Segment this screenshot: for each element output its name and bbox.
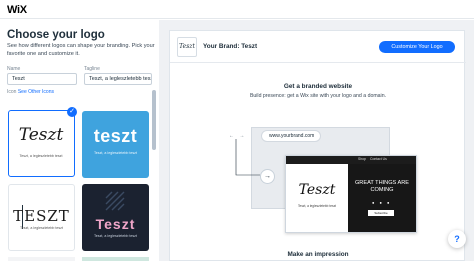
- wix-logo[interactable]: WiX: [7, 4, 27, 16]
- mockup-subscribe-button: Subscribe: [368, 210, 394, 216]
- name-label: Name: [7, 66, 21, 72]
- checkmark-icon: ✓: [67, 107, 77, 117]
- top-bar: WiX: [0, 0, 474, 19]
- logo-option-4-tagline: Teszt, a legleszletebb teszt: [94, 234, 137, 238]
- preview-area: Teszt Your Brand: Teszt Customize Your L…: [159, 20, 474, 261]
- mockup-header: Shop Contact Us: [286, 156, 416, 164]
- arrow-right-icon: →: [260, 169, 275, 184]
- social-icons: ● ● ●: [372, 200, 392, 205]
- make-impression-title: Make an impression: [287, 251, 349, 258]
- website-mockup: Shop Contact Us Teszt Teszt, a legleszle…: [285, 155, 417, 233]
- logo-option-1-tagline: Teszt, a legleszletebb teszt: [19, 154, 63, 158]
- mockup-nav-contact: Contact Us: [370, 157, 387, 161]
- icon-label: Icon: [7, 89, 17, 95]
- tagline-label: Tagline: [84, 66, 100, 72]
- logo-option-3-text: TESZT: [13, 207, 70, 225]
- pattern-icon: [105, 191, 125, 211]
- logo-option-1[interactable]: ✓ Teszt Teszt, a legleszletebb teszt: [8, 107, 77, 177]
- icon-row: Icon See Other Icons: [7, 89, 54, 95]
- logo-option-2[interactable]: teszt Teszt, a legleszletebb teszt: [82, 111, 149, 178]
- logo-option-3-tagline: Teszt, a legleszletebb teszt: [20, 226, 63, 230]
- tagline-input[interactable]: Teszt, a legleszletebb teszt: [84, 73, 152, 85]
- logo-option-1-text: Teszt: [18, 125, 64, 145]
- page-title: Choose your logo: [7, 29, 105, 41]
- mockup-hero: GREAT THINGS ARE COMING ● ● ● Subscribe: [348, 164, 416, 232]
- preview-panel: Teszt Your Brand: Teszt Customize Your L…: [169, 30, 466, 261]
- logo-option-4-text: Teszt: [95, 216, 136, 232]
- logo-option-5-peek: [8, 257, 75, 261]
- name-input[interactable]: Teszt: [7, 73, 77, 85]
- page-subtitle: See how different logos can shape your b…: [7, 43, 155, 57]
- logo-option-4[interactable]: Teszt Teszt, a legleszletebb teszt: [82, 184, 149, 251]
- logo-option-2-text: teszt: [93, 126, 138, 146]
- logo-option-6-peek: [82, 257, 149, 261]
- logo-list-scrollbar[interactable]: [152, 90, 156, 150]
- logo-option-3[interactable]: TESZT Teszt, a legleszletebb teszt: [8, 184, 75, 251]
- mockup-logo-area: Teszt Teszt, a legleszletebb teszt: [286, 164, 348, 232]
- left-panel: Choose your logo See how different logos…: [0, 20, 158, 261]
- see-other-icons-link[interactable]: See Other Icons: [18, 89, 54, 95]
- brand-title: Your Brand: Teszt: [203, 43, 258, 50]
- mockup-headline: GREAT THINGS ARE COMING: [354, 180, 410, 193]
- help-button[interactable]: ?: [448, 230, 466, 248]
- preview-header: Teszt Your Brand: Teszt Customize Your L…: [170, 31, 466, 63]
- get-website-description: Build presence: get a Wix site with your…: [249, 93, 387, 99]
- mockup-nav-shop: Shop: [358, 157, 366, 161]
- customize-logo-button[interactable]: Customize Your Logo: [379, 41, 455, 53]
- mockup-logo-text: Teszt: [298, 182, 336, 198]
- get-website-title: Get a branded website: [283, 83, 353, 90]
- logo-thumbnail: Teszt: [177, 37, 197, 57]
- mockup-logo-tagline: Teszt, a legleszletebb teszt: [297, 204, 337, 208]
- logo-option-2-tagline: Teszt, a legleszletebb teszt: [94, 151, 137, 155]
- url-bar: www.yourbrand.com: [261, 130, 321, 142]
